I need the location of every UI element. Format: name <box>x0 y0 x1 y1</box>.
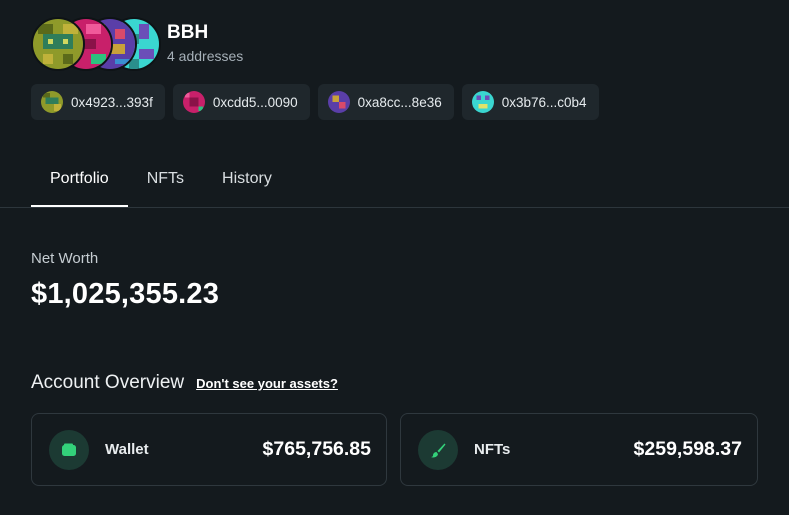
avatar-stack <box>31 15 161 71</box>
pixel-avatar-icon <box>471 91 494 113</box>
nfts-card-value: $259,598.37 <box>633 438 742 460</box>
net-worth-label: Net Worth <box>31 250 99 267</box>
tab-history[interactable]: History <box>203 150 291 207</box>
brush-icon <box>418 429 458 470</box>
wallet-header: BBH 4 addresses <box>31 15 243 71</box>
nfts-card-label: NFTs <box>474 441 511 458</box>
address-count: 4 addresses <box>167 48 244 64</box>
account-overview-header: Account Overview Don't see your assets? <box>31 372 338 394</box>
wallet-card-value: $765,756.85 <box>262 438 371 460</box>
address-chip[interactable]: 0x3b76...c0b4 <box>461 84 599 120</box>
address-label: 0x3b76...c0b4 <box>501 94 587 110</box>
pixel-avatar-icon <box>41 91 63 113</box>
wallet-name: BBH <box>167 22 209 43</box>
address-label: 0x4923...393f <box>71 94 153 110</box>
net-worth-value: $1,025,355.23 <box>31 278 220 310</box>
address-chip[interactable]: 0x4923...393f <box>31 84 165 120</box>
tab-nfts[interactable]: NFTs <box>128 150 203 207</box>
wallet-card[interactable]: Wallet $765,756.85 <box>31 413 387 486</box>
pixel-avatar-icon <box>182 91 205 113</box>
wallet-card-label: Wallet <box>105 441 149 458</box>
missing-assets-link[interactable]: Don't see your assets? <box>196 376 338 391</box>
address-chip[interactable]: 0xa8cc...8e36 <box>317 84 454 120</box>
nfts-card[interactable]: NFTs $259,598.37 <box>400 413 758 486</box>
tab-bar: Portfolio NFTs History <box>31 150 291 207</box>
account-overview-title: Account Overview <box>31 372 185 393</box>
avatar <box>31 17 85 71</box>
tab-portfolio[interactable]: Portfolio <box>31 150 128 207</box>
address-label: 0xcdd5...0090 <box>212 94 298 110</box>
address-chips: 0x4923...393f 0xcdd5...0090 0xa8cc...8e3… <box>31 84 599 120</box>
wallet-icon <box>49 429 89 470</box>
pixel-avatar-icon <box>327 91 350 113</box>
tab-divider <box>0 207 789 208</box>
address-label: 0xa8cc...8e36 <box>357 94 442 110</box>
address-chip[interactable]: 0xcdd5...0090 <box>172 84 310 120</box>
